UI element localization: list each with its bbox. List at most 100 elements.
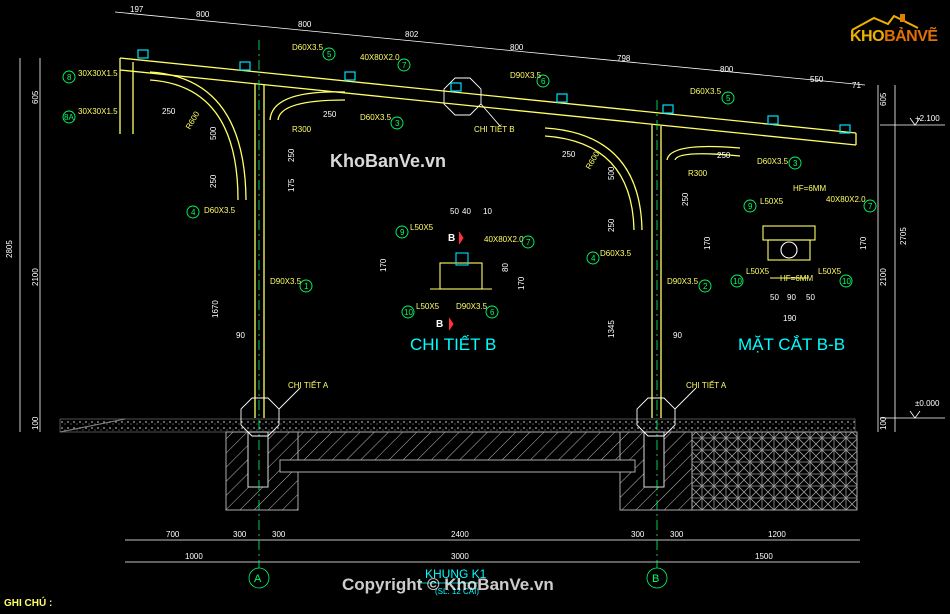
cad-drawing-canvas[interactable]: { "logo": {"text": "KHOBANVE", "text_sty… [0,0,950,614]
label-d60-left: D60X3.5 [204,206,236,215]
column-a [254,84,265,418]
db-rect: 40X80X2.0 [484,235,524,244]
label-d60-right: D60X3.5 [757,157,789,166]
top-dim-3: 802 [405,30,419,39]
logo-text: KHOBẢNVẼ [850,28,938,46]
detail-b-drawing [430,252,492,290]
bottom-dim-row2: 1000 3000 1500 [185,552,773,561]
db-d90: D90X3.5 [456,302,488,311]
bb-l50-top: L50X5 [760,197,784,206]
bb-l50-br: L50X5 [818,267,842,276]
inner-dim-90-a: 90 [236,331,245,340]
inner-dim-250-e: 250 [562,150,576,159]
db-dim-50: 50 [450,207,459,216]
bb-callout-9: 9 [748,202,753,211]
label-r300-b: R300 [688,169,708,178]
inner-dim-175: 175 [287,178,296,192]
bottom-dim-1-1: 300 [233,530,247,539]
right-dim-labels: 605 2705 2100 100 [879,92,908,430]
callout-7a: 7 [402,61,407,70]
inner-dims: 250 500 250 175 250 250 1670 90 250 500 … [162,107,731,340]
drawing-svg: 197 800 800 802 800 798 800 550 71 +2.10… [4,5,945,609]
top-dim-4: 800 [510,43,524,52]
callout-4b: 4 [591,254,596,263]
detail-b-small: CHI TIẾT B [474,124,515,134]
bottom-dim-1-4: 300 [631,530,645,539]
watermark-bottom: Copyright © KhoBanVe.vn [342,575,554,594]
db-dim-80: 80 [501,263,510,272]
callout-5a: 5 [327,50,332,59]
inner-dim-250-c: 250 [287,148,296,162]
pile-a [247,431,269,488]
inner-dim-250-g: 250 [681,192,690,206]
right-dim-2: 2100 [879,268,888,286]
callout-1: 1 [304,282,309,291]
callout-6a: 6 [541,77,546,86]
logo-kho: KHO [850,28,885,45]
soil-fill [691,431,858,511]
label-angle-1: 30X30X1.5 [78,69,118,78]
callout-4a: 4 [191,208,196,217]
inner-dim-250-f: 250 [607,218,616,232]
db-section-b-top: B [448,233,455,244]
inner-dim-500-a: 500 [209,126,218,140]
right-dim-1: 2705 [899,227,908,245]
title-detail-b: CHI TIẾT B [410,335,496,354]
db-dim-170b: 170 [517,276,526,290]
top-dim-1: 800 [196,10,210,19]
top-dimension-chain [114,11,866,86]
logo-banve: BẢNVẼ [884,28,938,45]
bb-callout-10a: 10 [733,277,742,286]
left-dim-2: 2100 [31,268,40,286]
bb-dim-90: 90 [787,293,796,302]
bb-callout-7: 7 [868,202,873,211]
detail-a-label-1: CHI TIẾT A [288,380,329,390]
top-dim-6: 800 [720,65,734,74]
label-d90-col-a: D90X3.5 [270,277,302,286]
label-r600-a: R600 [184,109,202,131]
bb-callout-10b: 10 [842,277,851,286]
db-callout-9: 9 [400,228,405,237]
bb-rect: 40X80X2.0 [826,195,866,204]
top-dim-7: 550 [810,75,824,84]
level-ground: ±0.000 [915,399,940,408]
label-rect-top: 40X80X2.0 [360,53,400,62]
right-dim-0: 605 [879,92,888,106]
label-r300-a: R300 [292,125,312,134]
grid-axis-lines [248,40,668,589]
column-b [651,125,662,418]
left-dim-labels: 605 2805 2100 100 [5,90,40,430]
label-angle-2: 30X30X1.5 [78,107,118,116]
inner-dim-250-h: 250 [717,151,731,160]
label-d90-col-b: D90X3.5 [667,277,699,286]
bottom-dim-2-2: 1500 [755,552,773,561]
inner-dim-1345: 1345 [607,320,616,338]
bottom-dim-2-1: 3000 [451,552,469,561]
db-l50-top: L50X5 [410,223,434,232]
notes-label: GHI CHÚ : [4,596,52,609]
bottom-dim-1-6: 1200 [768,530,786,539]
callout-2: 2 [703,282,708,291]
db-callout-6: 6 [490,308,495,317]
top-dim-labels: 197 800 800 802 800 798 800 550 71 [130,5,861,90]
db-l50-bot: L50X5 [416,302,440,311]
db-arrow-bot [448,317,454,331]
callout-3a: 3 [395,119,400,128]
site-logo[interactable]: KHOBẢNVẼ [848,12,940,52]
detail-b-dims: 50 40 10 170 80 170 [379,207,526,290]
bottom-dim-1-3: 2400 [451,530,469,539]
vertical-dims-lines [19,58,896,432]
db-callout-10: 10 [404,308,413,317]
inner-dim-1670: 1670 [211,300,220,318]
title-section-bb: MẶT CẮT B-B [738,335,845,354]
left-dim-0: 605 [31,90,40,104]
label-d60-top-b: D60X3.5 [690,87,722,96]
bottom-dim-1-5: 300 [670,530,684,539]
bb-dim-190: 190 [783,314,797,323]
purlins [137,49,851,134]
watermark-center: KhoBanVe.vn [330,151,446,171]
label-d60-b: D60X3.5 [600,249,632,258]
bb-dim-50a: 50 [770,293,779,302]
inner-dim-250-b: 250 [209,174,218,188]
bb-dim-170a: 170 [703,236,712,250]
